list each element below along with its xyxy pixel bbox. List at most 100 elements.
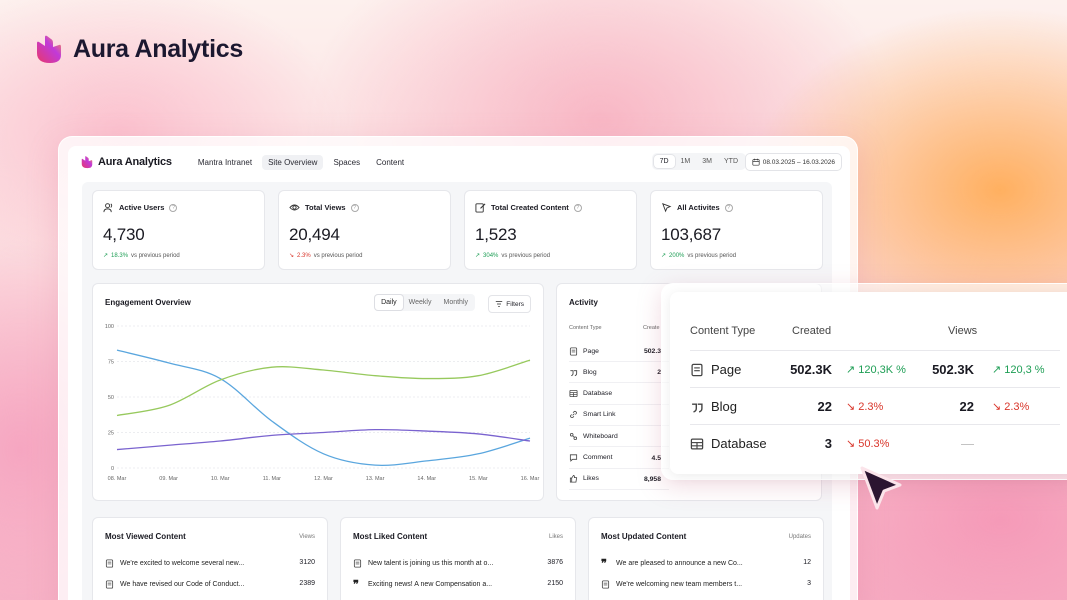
popup-row[interactable]: Page 502.3K ↗ 120,3K % 502.3K ↗ 120,3 %: [690, 350, 1060, 387]
brand: Aura Analytics: [33, 33, 243, 65]
series-line-1: [116, 349, 531, 467]
tab-daily[interactable]: Daily: [375, 295, 403, 310]
column-header-created: Create: [643, 325, 660, 331]
stat-change-note: vs previous period: [313, 252, 363, 259]
popup-row-created: 502.3K: [790, 362, 832, 377]
range-3m[interactable]: 3M: [696, 155, 718, 168]
info-icon[interactable]: ?: [724, 203, 733, 212]
activity-row-label: Blog: [583, 368, 597, 376]
page-icon: [105, 558, 114, 568]
aura-logo-icon: [81, 156, 93, 169]
stat-header: Total Created Content ?: [475, 202, 582, 213]
tab-monthly[interactable]: Monthly: [437, 295, 474, 310]
stat-card-active-users[interactable]: Active Users ? 4,730 ↗ 18.3% vs previous…: [92, 190, 265, 270]
popup-row-created-change-value: 2.3%: [858, 400, 884, 413]
range-1m[interactable]: 1M: [675, 155, 697, 168]
trend-down-icon: ↘: [846, 438, 856, 450]
stat-header: Total Views ?: [289, 202, 359, 213]
most-updated-card: Most Updated Content Updates ❞ We are pl…: [588, 517, 824, 600]
activity-row[interactable]: Blog: [569, 362, 669, 384]
activity-row[interactable]: Database: [569, 384, 669, 405]
list-item-value: 3: [807, 580, 811, 587]
x-tick-label: 13. Mar: [366, 476, 385, 482]
list-item[interactable]: We're excited to welcome several new...: [105, 553, 244, 573]
table-icon: [690, 437, 704, 450]
stat-card-all-activities[interactable]: All Activites ? 103,687 ↗ 200% vs previo…: [650, 190, 823, 270]
filters-button[interactable]: Filters: [488, 295, 531, 313]
stat-card-total-created-content[interactable]: Total Created Content ? 1,523 ↗ 304% vs …: [464, 190, 637, 270]
quote-icon: [570, 370, 578, 376]
content-type-popup: Content Type Created Views Page 502.3K ↗ 12…: [661, 283, 1067, 480]
page-icon: [105, 579, 114, 589]
activity-row[interactable]: Smart Link: [569, 405, 669, 426]
date-range-picker[interactable]: 08.03.2025 – 16.03.2026: [744, 153, 842, 171]
popup-row-label: Database: [711, 436, 767, 451]
calendar-icon: [752, 158, 760, 166]
info-icon[interactable]: ?: [350, 203, 359, 212]
stat-title: Active Users: [119, 203, 165, 212]
stat-card-total-views[interactable]: Total Views ? 20,494 ↘ 2.3% vs previous …: [278, 190, 451, 270]
nav-site-overview[interactable]: Site Overview: [262, 154, 324, 170]
trend-down-icon: ↘: [289, 253, 295, 259]
list-item-text: We have revised our Code of Conduct...: [120, 580, 245, 588]
activity-row[interactable]: Whiteboard: [569, 426, 669, 448]
column-header-likes: Likes: [548, 534, 563, 540]
stat-change: ↗ 18.3% vs previous period: [103, 252, 180, 260]
column-header-content-type: Content Type: [569, 325, 602, 331]
y-tick-label: 25: [108, 431, 114, 437]
nav-content[interactable]: Content: [370, 155, 410, 170]
filter-icon: [496, 301, 503, 307]
list-item[interactable]: We have revised our Code of Conduct...: [105, 574, 244, 594]
card-title: Most Viewed Content: [105, 532, 186, 541]
stat-header: Active Users ?: [103, 202, 178, 213]
content-type-table: Content Type Created Views Page 502.3K ↗ 12…: [670, 292, 1067, 474]
filters-label: Filters: [506, 300, 524, 308]
stat-change: ↗ 304% vs previous period: [475, 252, 551, 260]
popup-row-created-change: ↗ 120,3K %: [846, 363, 906, 377]
column-header-views: Views: [299, 534, 315, 540]
x-tick-label: 08. Mar: [108, 476, 127, 482]
list-item[interactable]: ❞ Exciting news! A new Compensation a...: [353, 574, 492, 594]
cursor-click-icon: [662, 203, 672, 213]
stat-title: Total Views: [305, 203, 346, 212]
popup-row-views: —: [961, 436, 974, 451]
list-item[interactable]: New talent is joining us this month at o…: [353, 553, 493, 573]
mouse-pointer-icon: [860, 466, 902, 510]
activity-row-label: Database: [583, 390, 613, 398]
granularity-tabs: Daily Weekly Monthly: [374, 294, 475, 311]
tab-weekly[interactable]: Weekly: [403, 295, 438, 310]
info-icon[interactable]: ?: [169, 203, 178, 212]
activity-row-label: Smart Link: [583, 411, 616, 419]
x-tick-label: 16. Mar: [521, 476, 540, 482]
list-item[interactable]: We're welcoming new team members t...: [601, 574, 742, 594]
list-item[interactable]: ❞ We are pleased to announce a new Co...: [601, 553, 743, 573]
range-ytd[interactable]: YTD: [718, 155, 744, 168]
x-tick-label: 09. Mar: [159, 476, 178, 482]
activity-row-label: Comment: [583, 454, 613, 461]
x-tick-label: 15. Mar: [469, 476, 488, 482]
popup-row[interactable]: Blog 22 ↘ 2.3% 22 ↘ 2.3%: [690, 387, 1060, 424]
popup-row-views-change: ↘ 2.3%: [992, 400, 1029, 414]
card-title: Most Updated Content: [601, 532, 687, 541]
popup-row-label: Page: [711, 362, 742, 377]
stat-change-note: vs previous period: [501, 252, 551, 259]
info-icon[interactable]: ?: [573, 203, 582, 212]
thumb-icon: [569, 475, 578, 483]
nav-mantra-intranet[interactable]: Mantra Intranet: [192, 155, 258, 170]
popup-row-name: Database: [690, 436, 767, 451]
range-7d[interactable]: 7D: [653, 155, 675, 168]
engagement-overview-card: Engagement Overview Daily Weekly Monthly…: [92, 283, 544, 501]
stat-title: All Activites: [677, 203, 720, 212]
nav-spaces[interactable]: Spaces: [327, 155, 366, 170]
y-tick-label: 75: [108, 360, 114, 366]
table-icon: [569, 390, 578, 398]
popup-row[interactable]: Database 3 ↘ 50.3% —: [690, 424, 1060, 461]
popup-row-created-change-value: 50.3%: [858, 437, 890, 450]
stat-value: 103,687: [661, 225, 722, 244]
app-logo[interactable]: Aura Analytics: [80, 155, 172, 169]
series-line-2: [116, 359, 531, 417]
x-tick-label: 10. Mar: [211, 476, 230, 482]
date-range-text: 08.03.2025 – 16.03.2026: [762, 158, 835, 166]
list-item-value: 12: [803, 559, 811, 566]
popup-header-content-type: Content Type: [690, 325, 756, 337]
